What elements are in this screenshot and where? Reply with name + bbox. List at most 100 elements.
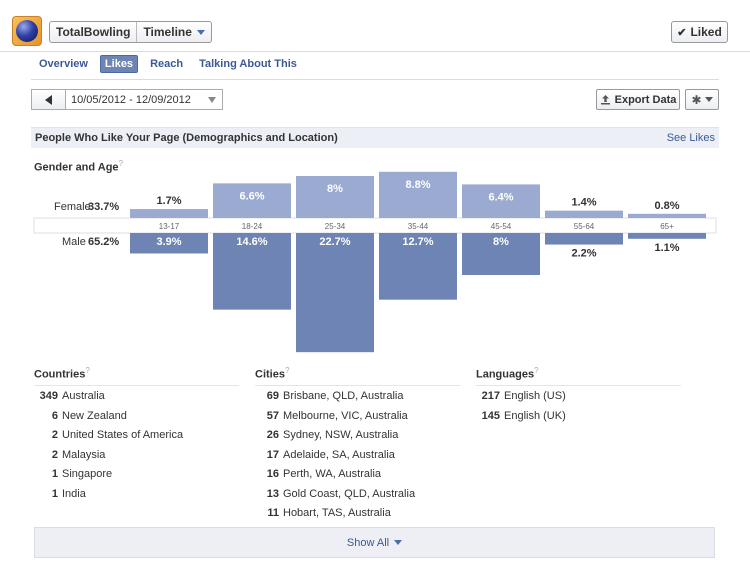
languages-heading: Languages? <box>476 366 681 386</box>
city-row-name: Sydney, NSW, Australia <box>283 429 399 442</box>
export-data-label: Export Data <box>614 93 677 106</box>
liked-button[interactable]: ✔ Liked <box>671 21 728 43</box>
female-bar-label: 8% <box>327 183 343 195</box>
age-category-label: 18-24 <box>242 222 263 231</box>
language-row-count: 217 <box>481 390 500 403</box>
city-row: 57 Melbourne, VIC, Australia <box>255 406 460 426</box>
country-row-name: Malaysia <box>62 448 106 461</box>
language-row: 217 English (US) <box>476 387 681 407</box>
caret-down-icon <box>394 540 403 545</box>
city-row: 26 Sydney, NSW, Australia <box>255 426 460 446</box>
page-name[interactable]: TotalBowling <box>50 22 138 42</box>
country-row: 6 New Zealand <box>34 406 239 426</box>
male-bar-label: 22.7% <box>319 236 350 248</box>
city-row-count: 57 <box>266 409 279 422</box>
female-label: Female <box>54 201 91 213</box>
date-range-text: 10/05/2012 - 12/09/2012 <box>71 93 191 106</box>
see-likes-link[interactable]: See Likes <box>667 132 715 144</box>
city-row: 69 Brisbane, QLD, Australia <box>255 387 460 407</box>
male-percent: 65.2% <box>88 236 119 248</box>
question-icon[interactable]: ? <box>285 366 289 375</box>
question-icon[interactable]: ? <box>119 159 123 168</box>
check-icon: ✔ <box>677 26 687 39</box>
section-header: People Who Like Your Page (Demographics … <box>31 127 719 148</box>
male-bar <box>628 233 706 239</box>
settings-button[interactable]: ✱ <box>685 89 719 110</box>
countries-heading: Countries? <box>34 366 239 386</box>
countries-list: 349 Australia 6 New Zealand 2 United States o… <box>34 386 239 504</box>
female-bar-label: 0.8% <box>654 200 679 212</box>
male-bar-label: 12.7% <box>402 236 433 248</box>
tab-likes[interactable]: Likes <box>99 55 139 73</box>
country-row-name: Australia <box>62 390 105 403</box>
date-range-picker[interactable]: 10/05/2012 - 12/09/2012 <box>31 89 223 110</box>
export-data-button[interactable]: Export Data <box>596 89 680 110</box>
female-bar <box>545 210 623 218</box>
age-category-label: 45-54 <box>491 222 512 231</box>
city-row: 13 Gold Coast, QLD, Australia <box>255 484 460 504</box>
city-row-name: Perth, WA, Australia <box>283 468 382 481</box>
languages-list: 217 English (US) 145 English (UK) <box>476 386 681 426</box>
bowling-ball-logo <box>16 20 38 42</box>
female-bar-label: 6.4% <box>488 191 513 203</box>
city-row-name: Adelaide, SA, Australia <box>283 448 395 461</box>
age-category-label: 65+ <box>660 222 674 231</box>
cities-heading: Cities? <box>255 366 460 386</box>
view-selector[interactable]: Timeline <box>137 22 210 42</box>
upload-icon <box>600 95 610 105</box>
country-row: 1 Singapore <box>34 465 239 485</box>
country-row-name: United States of America <box>62 429 184 442</box>
show-all-button[interactable]: Show All <box>34 527 715 558</box>
countries-title: Countries <box>34 368 86 381</box>
country-row: 2 Malaysia <box>34 445 239 465</box>
female-bar-label: 6.6% <box>239 190 264 202</box>
cities-title: Cities <box>255 368 285 381</box>
city-row-count: 16 <box>266 468 279 481</box>
show-all-label: Show All <box>346 536 390 549</box>
male-bar-label: 3.9% <box>156 236 181 248</box>
page-logo[interactable] <box>12 16 42 46</box>
city-row-count: 13 <box>266 487 279 500</box>
city-row-count: 69 <box>266 390 279 403</box>
section-title: People Who Like Your Page (Demographics … <box>35 132 338 144</box>
question-icon[interactable]: ? <box>85 366 89 375</box>
country-row-name: India <box>62 487 86 500</box>
country-row-count: 6 <box>51 409 58 422</box>
view-label: Timeline <box>143 25 192 39</box>
cities-list: 69 Brisbane, QLD, Australia 57 Melbourne, V… <box>255 386 460 524</box>
previous-period-button[interactable] <box>32 90 66 109</box>
female-percent: 33.7% <box>88 201 119 213</box>
caret-down-icon <box>704 97 713 102</box>
male-bar-label: 14.6% <box>236 236 267 248</box>
tab-talking-about-this[interactable]: Talking About This <box>195 56 301 72</box>
country-row: 349 Australia <box>34 387 239 407</box>
country-row-count: 1 <box>51 468 58 481</box>
caret-down-icon <box>196 29 205 35</box>
gender-age-chart: Female33.7% Male 65.2% 13-17 1.7% 3.9% 18-24 6.… <box>33 171 717 353</box>
country-row-name: New Zealand <box>62 409 127 422</box>
age-category-label: 35-44 <box>408 222 429 231</box>
question-icon[interactable]: ? <box>534 366 538 375</box>
countries-column: Countries? 349 Australia 6 New Zealand 2 Unit… <box>34 366 239 504</box>
country-row-count: 349 <box>39 390 58 403</box>
city-row: 11 Hobart, TAS, Australia <box>255 504 460 524</box>
language-row-name: English (US) <box>504 390 566 403</box>
arrow-left-icon <box>45 94 52 105</box>
language-row: 145 English (UK) <box>476 406 681 426</box>
city-row-name: Gold Coast, QLD, Australia <box>283 487 416 500</box>
tab-reach[interactable]: Reach <box>146 56 187 72</box>
country-row: 1 India <box>34 484 239 504</box>
page-selector[interactable]: TotalBowling Timeline <box>49 21 212 43</box>
male-bar <box>545 233 623 245</box>
country-row-name: Singapore <box>62 468 113 481</box>
country-row-count: 2 <box>51 429 58 442</box>
country-row-count: 2 <box>51 448 58 461</box>
female-bar-label: 8.8% <box>405 179 430 191</box>
divider <box>31 79 719 80</box>
liked-label: Liked <box>690 25 722 39</box>
city-row-count: 11 <box>267 507 279 520</box>
city-row: 17 Adelaide, SA, Australia <box>255 445 460 465</box>
country-row-count: 1 <box>51 487 58 500</box>
language-row-name: English (UK) <box>504 409 566 422</box>
tab-overview[interactable]: Overview <box>35 56 92 72</box>
